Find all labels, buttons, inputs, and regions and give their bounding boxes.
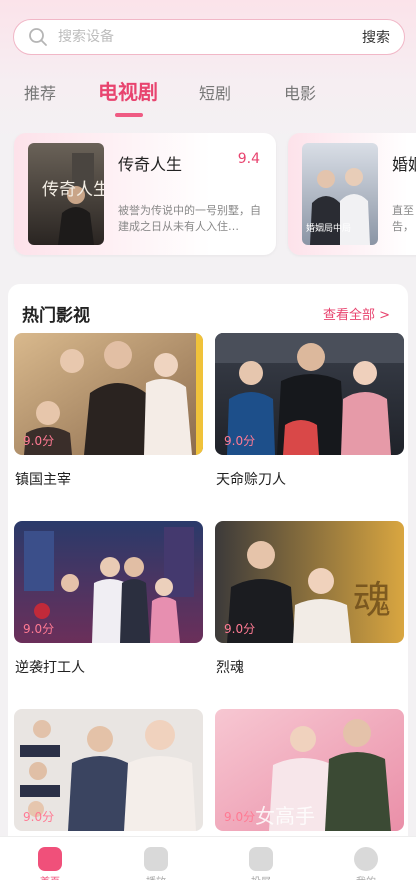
video-thumbnail: 9.0分 <box>215 333 404 455</box>
featured-card[interactable]: 婚姻局中局 婚姻 直至告， <box>288 133 416 255</box>
svg-text:魂: 魂 <box>353 578 391 622</box>
tabbar-item-home[interactable]: 首页 <box>20 847 80 880</box>
tabbar-label: 首页 <box>20 873 80 880</box>
category-tabs: 推荐 电视剧 短剧 电影 <box>0 80 416 120</box>
featured-carousel[interactable]: 传奇人生 传奇人生 9.4 被誉为传说中的一号别墅，自建成之日从未有人入住… 婚… <box>0 133 416 258</box>
featured-description: 直至告， <box>392 204 414 233</box>
video-card[interactable]: 魂 9.0分 烈魂 <box>215 521 404 676</box>
featured-poster: 婚姻局中局 <box>302 143 378 245</box>
featured-poster: 传奇人生 <box>28 143 104 245</box>
hot-videos-section: 热门影视 查看全部 > 9.0分 镇国主宰 9.0分 天命赊刀人 9.0分 逆袭… <box>8 284 408 844</box>
video-card[interactable]: 9.0分 <box>14 709 203 831</box>
tabbar-item-profile[interactable]: 我的 <box>336 847 396 880</box>
tabbar-label: 我的 <box>336 873 396 880</box>
tabbar-label: 播放 <box>126 873 186 880</box>
video-card[interactable]: 女高手 9.0分 <box>215 709 404 831</box>
svg-text:女高手: 女高手 <box>255 804 315 828</box>
see-all-link[interactable]: 查看全部 > <box>323 304 390 323</box>
video-card[interactable]: 9.0分 逆袭打工人 <box>14 521 203 676</box>
featured-score: 9.4 <box>237 151 260 167</box>
video-thumbnail: 9.0分 <box>14 521 203 643</box>
search-input[interactable] <box>58 29 352 45</box>
tabbar-item-play[interactable]: 播放 <box>126 847 186 880</box>
play-icon <box>144 847 168 871</box>
home-icon <box>38 847 62 871</box>
video-score: 9.0分 <box>224 434 256 448</box>
video-card[interactable]: 9.0分 镇国主宰 <box>14 333 203 488</box>
featured-title: 婚姻 <box>392 155 416 174</box>
search-button[interactable]: 搜索 <box>352 27 390 47</box>
video-thumbnail: 9.0分 <box>14 709 203 831</box>
tab-movie[interactable]: 电影 <box>284 80 316 104</box>
video-card[interactable]: 9.0分 天命赊刀人 <box>215 333 404 488</box>
bottom-tab-bar: 首页 播放 投屏 我的 <box>0 836 416 880</box>
video-score: 9.0分 <box>224 622 256 636</box>
video-score: 9.0分 <box>23 810 55 824</box>
video-title: 烈魂 <box>216 660 244 676</box>
user-icon <box>354 847 378 871</box>
video-score: 9.0分 <box>23 434 55 448</box>
tab-recommend[interactable]: 推荐 <box>24 80 56 104</box>
video-thumbnail: 魂 9.0分 <box>215 521 404 643</box>
featured-description: 被誉为传说中的一号别墅，自建成之日从未有人入住… <box>118 204 261 233</box>
video-title: 逆袭打工人 <box>15 660 85 676</box>
tab-short-drama[interactable]: 短剧 <box>199 80 231 104</box>
search-icon <box>28 27 48 47</box>
tabbar-item-cast[interactable]: 投屏 <box>231 847 291 880</box>
search-bar[interactable]: 搜索 <box>13 19 405 55</box>
video-thumbnail: 9.0分 <box>14 333 203 455</box>
tabbar-label: 投屏 <box>231 873 291 880</box>
video-thumbnail: 女高手 9.0分 <box>215 709 404 831</box>
video-score: 9.0分 <box>224 810 256 824</box>
cast-icon <box>249 847 273 871</box>
featured-title: 传奇人生 <box>118 155 183 174</box>
poster-title-text: 传奇人生 <box>42 180 104 200</box>
active-tab-indicator <box>115 113 143 117</box>
svg-text:婚姻局中局: 婚姻局中局 <box>306 222 351 234</box>
video-title: 天命赊刀人 <box>216 472 286 488</box>
tab-tv-series[interactable]: 电视剧 <box>98 76 158 105</box>
featured-card[interactable]: 传奇人生 传奇人生 9.4 被誉为传说中的一号别墅，自建成之日从未有人入住… <box>14 133 276 255</box>
video-title: 镇国主宰 <box>15 472 71 488</box>
video-score: 9.0分 <box>23 622 55 636</box>
section-title: 热门影视 <box>22 306 90 326</box>
